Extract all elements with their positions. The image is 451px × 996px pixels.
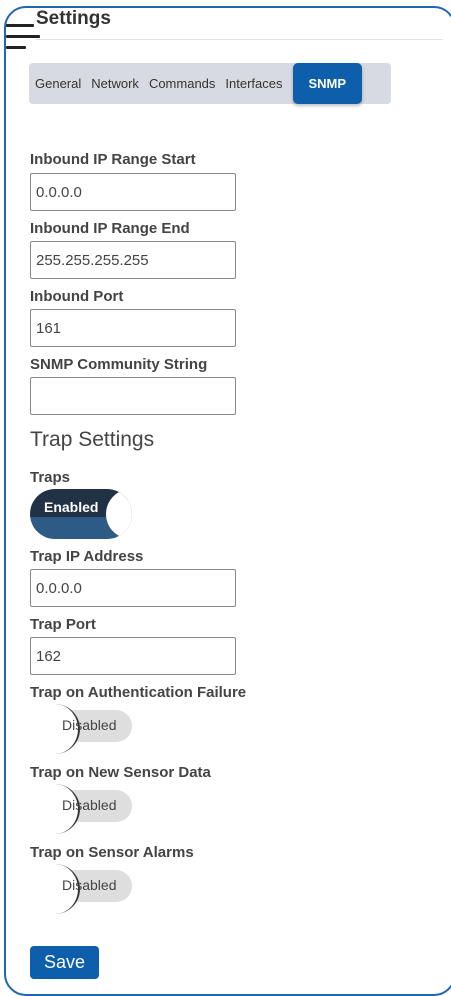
community-string-label: SNMP Community String <box>30 356 208 373</box>
auth-failure-label: Trap on Authentication Failure <box>30 684 247 701</box>
tab-general[interactable]: General <box>29 76 86 91</box>
community-string-input[interactable] <box>30 377 236 415</box>
new-sensor-toggle[interactable]: Disabled <box>30 784 132 834</box>
tab-commands[interactable]: Commands <box>144 76 220 91</box>
trap-port-label: Trap Port <box>30 616 96 633</box>
hamburger-menu-icon[interactable] <box>6 24 40 54</box>
inbound-start-input[interactable] <box>30 173 236 211</box>
tab-network[interactable]: Network <box>86 76 144 91</box>
inbound-start-label: Inbound IP Range Start <box>30 151 196 168</box>
traps-toggle-knob <box>106 489 132 539</box>
tab-snmp[interactable]: SNMP <box>292 63 363 104</box>
trap-settings-heading: Trap Settings <box>30 428 155 451</box>
inbound-end-label: Inbound IP Range End <box>30 220 190 237</box>
auth-failure-toggle[interactable]: Disabled <box>30 704 132 754</box>
traps-label: Traps <box>30 469 71 486</box>
new-sensor-toggle-state: Disabled <box>62 797 117 813</box>
trap-ip-label: Trap IP Address <box>30 548 144 565</box>
trap-ip-input[interactable] <box>30 569 236 607</box>
trap-port-input[interactable] <box>30 637 236 675</box>
auth-failure-toggle-state: Disabled <box>62 717 117 733</box>
save-button[interactable]: Save <box>30 946 99 979</box>
sensor-alarms-label: Trap on Sensor Alarms <box>30 844 194 861</box>
inbound-end-input[interactable] <box>30 241 236 279</box>
settings-tabbar: General Network Commands Interfaces SNMP <box>29 63 391 104</box>
page-title: Settings <box>36 8 111 29</box>
traps-toggle-state: Enabled <box>44 499 99 515</box>
traps-toggle[interactable]: Enabled <box>30 489 132 539</box>
inbound-port-input[interactable] <box>30 309 236 347</box>
sensor-alarms-toggle[interactable]: Disabled <box>30 864 132 914</box>
tab-interfaces[interactable]: Interfaces <box>220 76 287 91</box>
sensor-alarms-toggle-state: Disabled <box>62 877 117 893</box>
new-sensor-label: Trap on New Sensor Data <box>30 764 211 781</box>
title-divider <box>36 39 443 40</box>
inbound-port-label: Inbound Port <box>30 288 124 305</box>
